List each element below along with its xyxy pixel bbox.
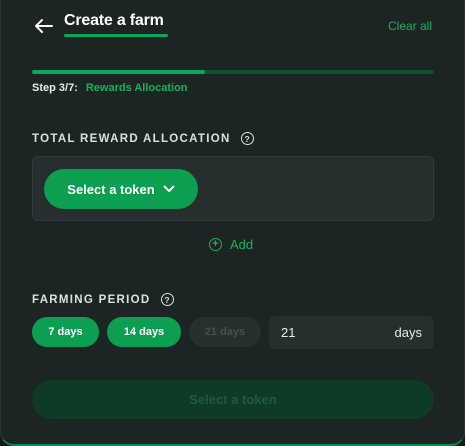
progress-bar [32,70,434,74]
select-token-label: Select a token [67,181,155,197]
submit-button: Select a token [32,380,434,419]
title-underline [64,34,168,37]
question-circle-icon[interactable]: ? [240,132,254,145]
add-label: Add [230,237,254,252]
page-title: Create a farm [64,12,164,29]
question-circle-icon[interactable]: ? [160,293,174,306]
select-token-button[interactable]: Select a token [44,169,198,209]
custom-days-field: days [269,316,434,349]
period-option-14-days[interactable]: 14 days [107,317,181,347]
period-option-21-days: 21 days [189,317,261,347]
token-allocation-box: Select a token [32,156,434,221]
period-option-7-days[interactable]: 7 days [32,317,99,347]
step-indicator: Step 3/7: Rewards Allocation [32,82,188,94]
step-label: Step 3/7: [32,82,78,94]
reward-section-title: TOTAL REWARD ALLOCATION [32,132,231,145]
step-name: Rewards Allocation [85,82,188,94]
farming-period-title: FARMING PERIOD [32,293,151,306]
days-unit-label: days [394,325,422,340]
progress-bar-fill [32,70,205,74]
back-button[interactable] [31,14,57,38]
farming-period-label: FARMING PERIOD ? [32,293,174,306]
days-input[interactable] [281,325,395,340]
plus-circle-icon: + [209,238,222,251]
chevron-down-icon [163,185,175,192]
arrow-left-icon [35,19,53,33]
clear-all-button[interactable]: Clear all [388,19,432,33]
add-reward-button[interactable]: + Add [209,237,253,252]
reward-section-label: TOTAL REWARD ALLOCATION ? [32,132,254,145]
create-farm-panel: Create a farm Clear all Step 3/7: Rewards… [0,0,465,446]
